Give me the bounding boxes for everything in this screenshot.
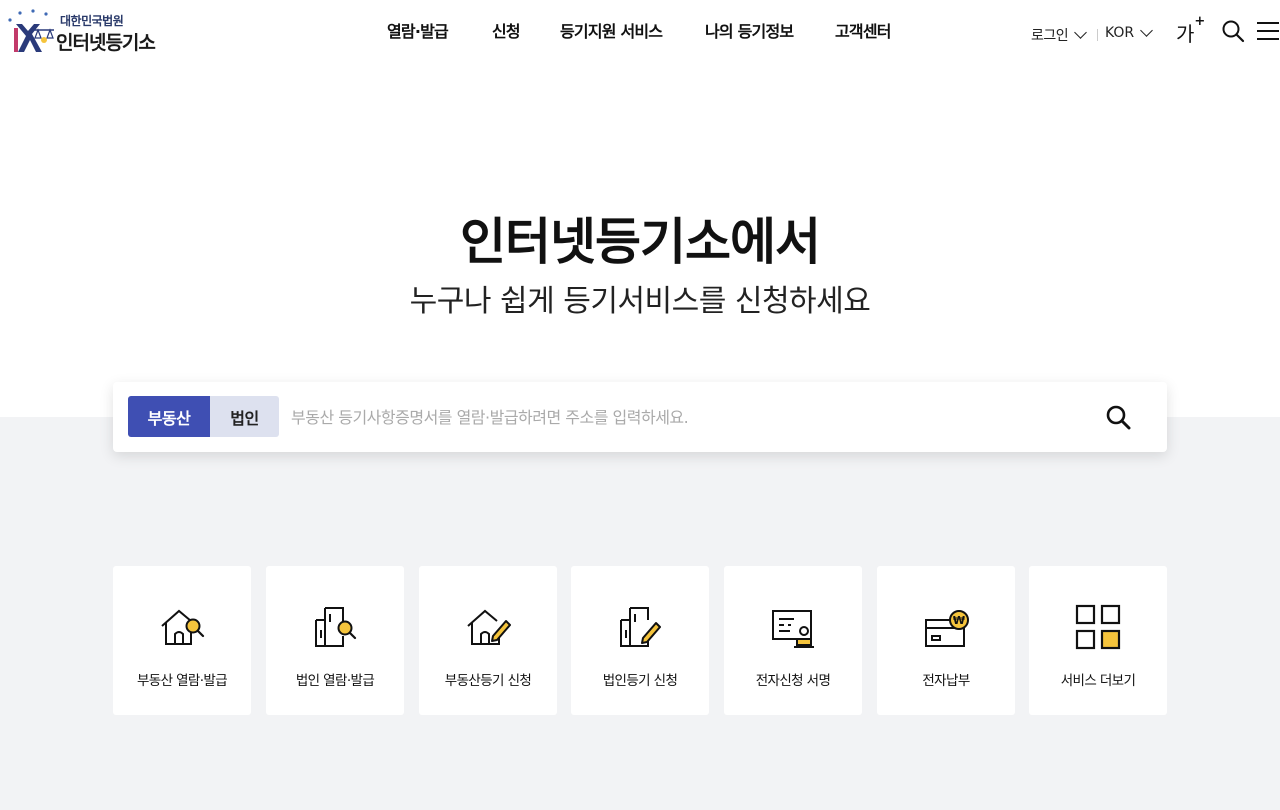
card-payment-icon: ₩ bbox=[925, 610, 969, 647]
search-icon[interactable] bbox=[1221, 19, 1245, 43]
nav-customer-center[interactable]: 고객센터 bbox=[835, 18, 891, 42]
service-card-e-payment[interactable]: ₩ 전자납부 bbox=[877, 566, 1015, 715]
house-search-icon bbox=[161, 609, 205, 645]
service-card-more[interactable]: 서비스 더보기 bbox=[1029, 566, 1167, 715]
header: 대한민국법원 인터넷등기소 열람·발급 신청 등기지원 서비스 나의 등기정보 … bbox=[0, 0, 1280, 62]
hamburger-menu-icon[interactable] bbox=[1256, 20, 1280, 42]
tab-real-estate[interactable]: 부동산 bbox=[128, 396, 210, 437]
language-label: KOR bbox=[1105, 25, 1135, 41]
service-label: 법인 열람·발급 bbox=[295, 673, 375, 689]
login-label: 로그인 bbox=[1031, 28, 1069, 44]
service-label: 서비스 더보기 bbox=[1060, 673, 1136, 689]
search-box: 부동산 법인 bbox=[113, 382, 1167, 452]
login-button[interactable]: 로그인 bbox=[1031, 25, 1088, 45]
service-card-real-estate-view[interactable]: 부동산 열람·발급 bbox=[113, 566, 251, 715]
nav-support-service[interactable]: 등기지원 서비스 bbox=[560, 18, 663, 42]
service-label: 전자납부 bbox=[922, 673, 970, 689]
service-card-real-estate-apply[interactable]: 부동산등기 신청 bbox=[419, 566, 557, 715]
font-size-button[interactable]: 가+ bbox=[1176, 14, 1205, 47]
address-search-input[interactable] bbox=[291, 400, 1091, 434]
building-pen-icon bbox=[620, 607, 661, 647]
service-card-corporation-apply[interactable]: 법인등기 신청 bbox=[571, 566, 709, 715]
page: 대한민국법원 인터넷등기소 열람·발급 신청 등기지원 서비스 나의 등기정보 … bbox=[0, 0, 1280, 810]
main-navigation: 열람·발급 신청 등기지원 서비스 나의 등기정보 고객센터 bbox=[0, 18, 1280, 42]
service-label: 전자신청 서명 bbox=[755, 673, 831, 689]
font-size-plus: + bbox=[1194, 14, 1206, 30]
grid-more-icon bbox=[1075, 604, 1121, 650]
svg-text:₩: ₩ bbox=[953, 614, 965, 627]
service-label: 부동산 열람·발급 bbox=[136, 673, 228, 689]
chevron-down-icon bbox=[1140, 24, 1154, 37]
building-search-icon bbox=[315, 607, 357, 647]
service-label: 부동산등기 신청 bbox=[444, 673, 532, 689]
util-divider bbox=[1097, 29, 1098, 41]
service-label: 법인등기 신청 bbox=[602, 673, 678, 689]
search-submit-icon[interactable] bbox=[1105, 404, 1131, 430]
hero-title: 인터넷등기소에서 bbox=[460, 213, 821, 271]
chevron-down-icon bbox=[1074, 26, 1088, 39]
font-size-label: 가 bbox=[1176, 22, 1195, 46]
language-select[interactable]: KOR bbox=[1105, 24, 1154, 41]
nav-view-issue[interactable]: 열람·발급 bbox=[387, 18, 449, 42]
service-card-corporation-view[interactable]: 법인 열람·발급 bbox=[266, 566, 404, 715]
hero-subtitle: 누구나 쉽게 등기서비스를 신청하세요 bbox=[409, 284, 871, 319]
tab-corporation[interactable]: 법인 bbox=[210, 396, 279, 437]
service-card-e-sign[interactable]: 전자신청 서명 bbox=[724, 566, 862, 715]
e-sign-icon bbox=[772, 610, 814, 648]
nav-my-registry[interactable]: 나의 등기정보 bbox=[705, 18, 794, 42]
house-pen-icon bbox=[467, 609, 511, 645]
nav-apply[interactable]: 신청 bbox=[492, 18, 521, 42]
